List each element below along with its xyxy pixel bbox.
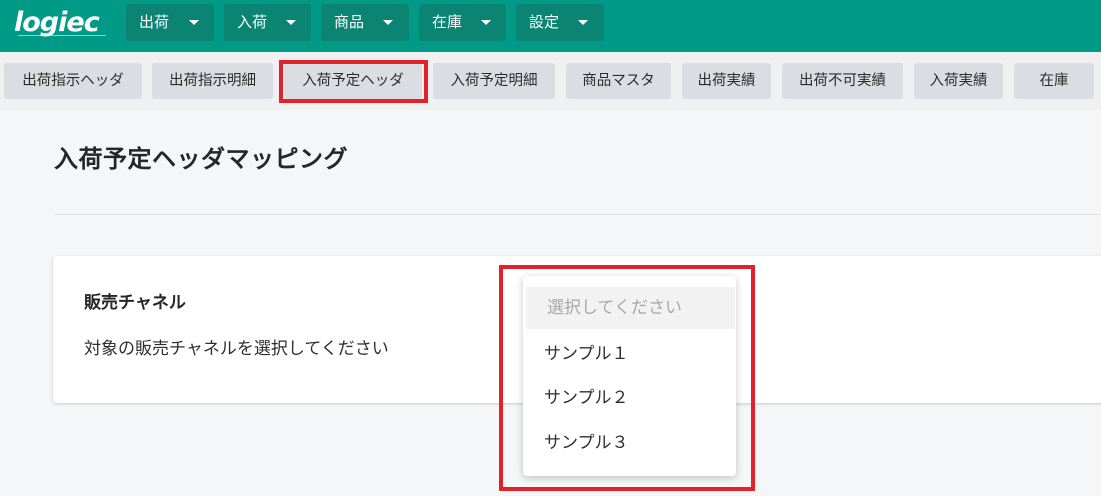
sales-channel-dropdown[interactable]: 選択してください サンプル１ サンプル２ サンプル３ [523,276,736,476]
caret-down-icon [189,20,199,25]
caret-down-icon [578,20,588,25]
tab-product-master[interactable]: 商品マスタ [566,63,671,99]
tab-unshippable-results[interactable]: 出荷不可実績 [782,63,903,99]
caret-down-icon [383,20,393,25]
topnav-inventory-menu[interactable]: 在庫 [419,4,506,41]
topnav-products-menu[interactable]: 商品 [321,4,409,41]
caret-down-icon [481,20,491,25]
dropdown-option[interactable]: サンプル１ [523,333,736,375]
tab-shipping-results[interactable]: 出荷実績 [682,63,771,99]
topnav-label: 出荷 [139,13,170,31]
dropdown-option[interactable]: サンプル３ [523,422,736,464]
topnav-label: 商品 [334,13,365,31]
card-title: 販売チャネル [84,293,186,313]
top-nav-bar: logiec 出荷 入荷 商品 在庫 設定 [0,0,1101,52]
topnav-label: 入荷 [237,13,268,31]
topnav-receiving-menu[interactable]: 入荷 [224,4,311,41]
topnav-shipping-menu[interactable]: 出荷 [126,4,214,41]
dropdown-placeholder-option[interactable]: 選択してください [526,287,735,329]
tab-shipping-header[interactable]: 出荷指示ヘッダ [4,63,142,99]
topnav-settings-menu[interactable]: 設定 [516,4,604,41]
tab-inventory[interactable]: 在庫 [1014,63,1094,99]
tab-receiving-detail[interactable]: 入荷予定明細 [433,63,555,99]
page-title: 入荷予定ヘッダマッピング [54,145,348,173]
topnav-label: 設定 [529,13,560,31]
card-description: 対象の販売チャネルを選択してください [84,339,389,359]
sub-tab-bar: 出荷指示ヘッダ 出荷指示明細 入荷予定ヘッダ 入荷予定明細 商品マスタ 出荷実績… [0,52,1101,110]
caret-down-icon [286,20,296,25]
dropdown-option[interactable]: サンプル２ [523,377,736,419]
tab-receiving-results[interactable]: 入荷実績 [914,63,1003,99]
divider [54,214,1101,215]
topnav-label: 在庫 [432,13,463,31]
tab-receiving-header[interactable]: 入荷予定ヘッダ [284,63,422,99]
tab-shipping-detail[interactable]: 出荷指示明細 [152,63,273,99]
logo-underline [18,35,106,39]
